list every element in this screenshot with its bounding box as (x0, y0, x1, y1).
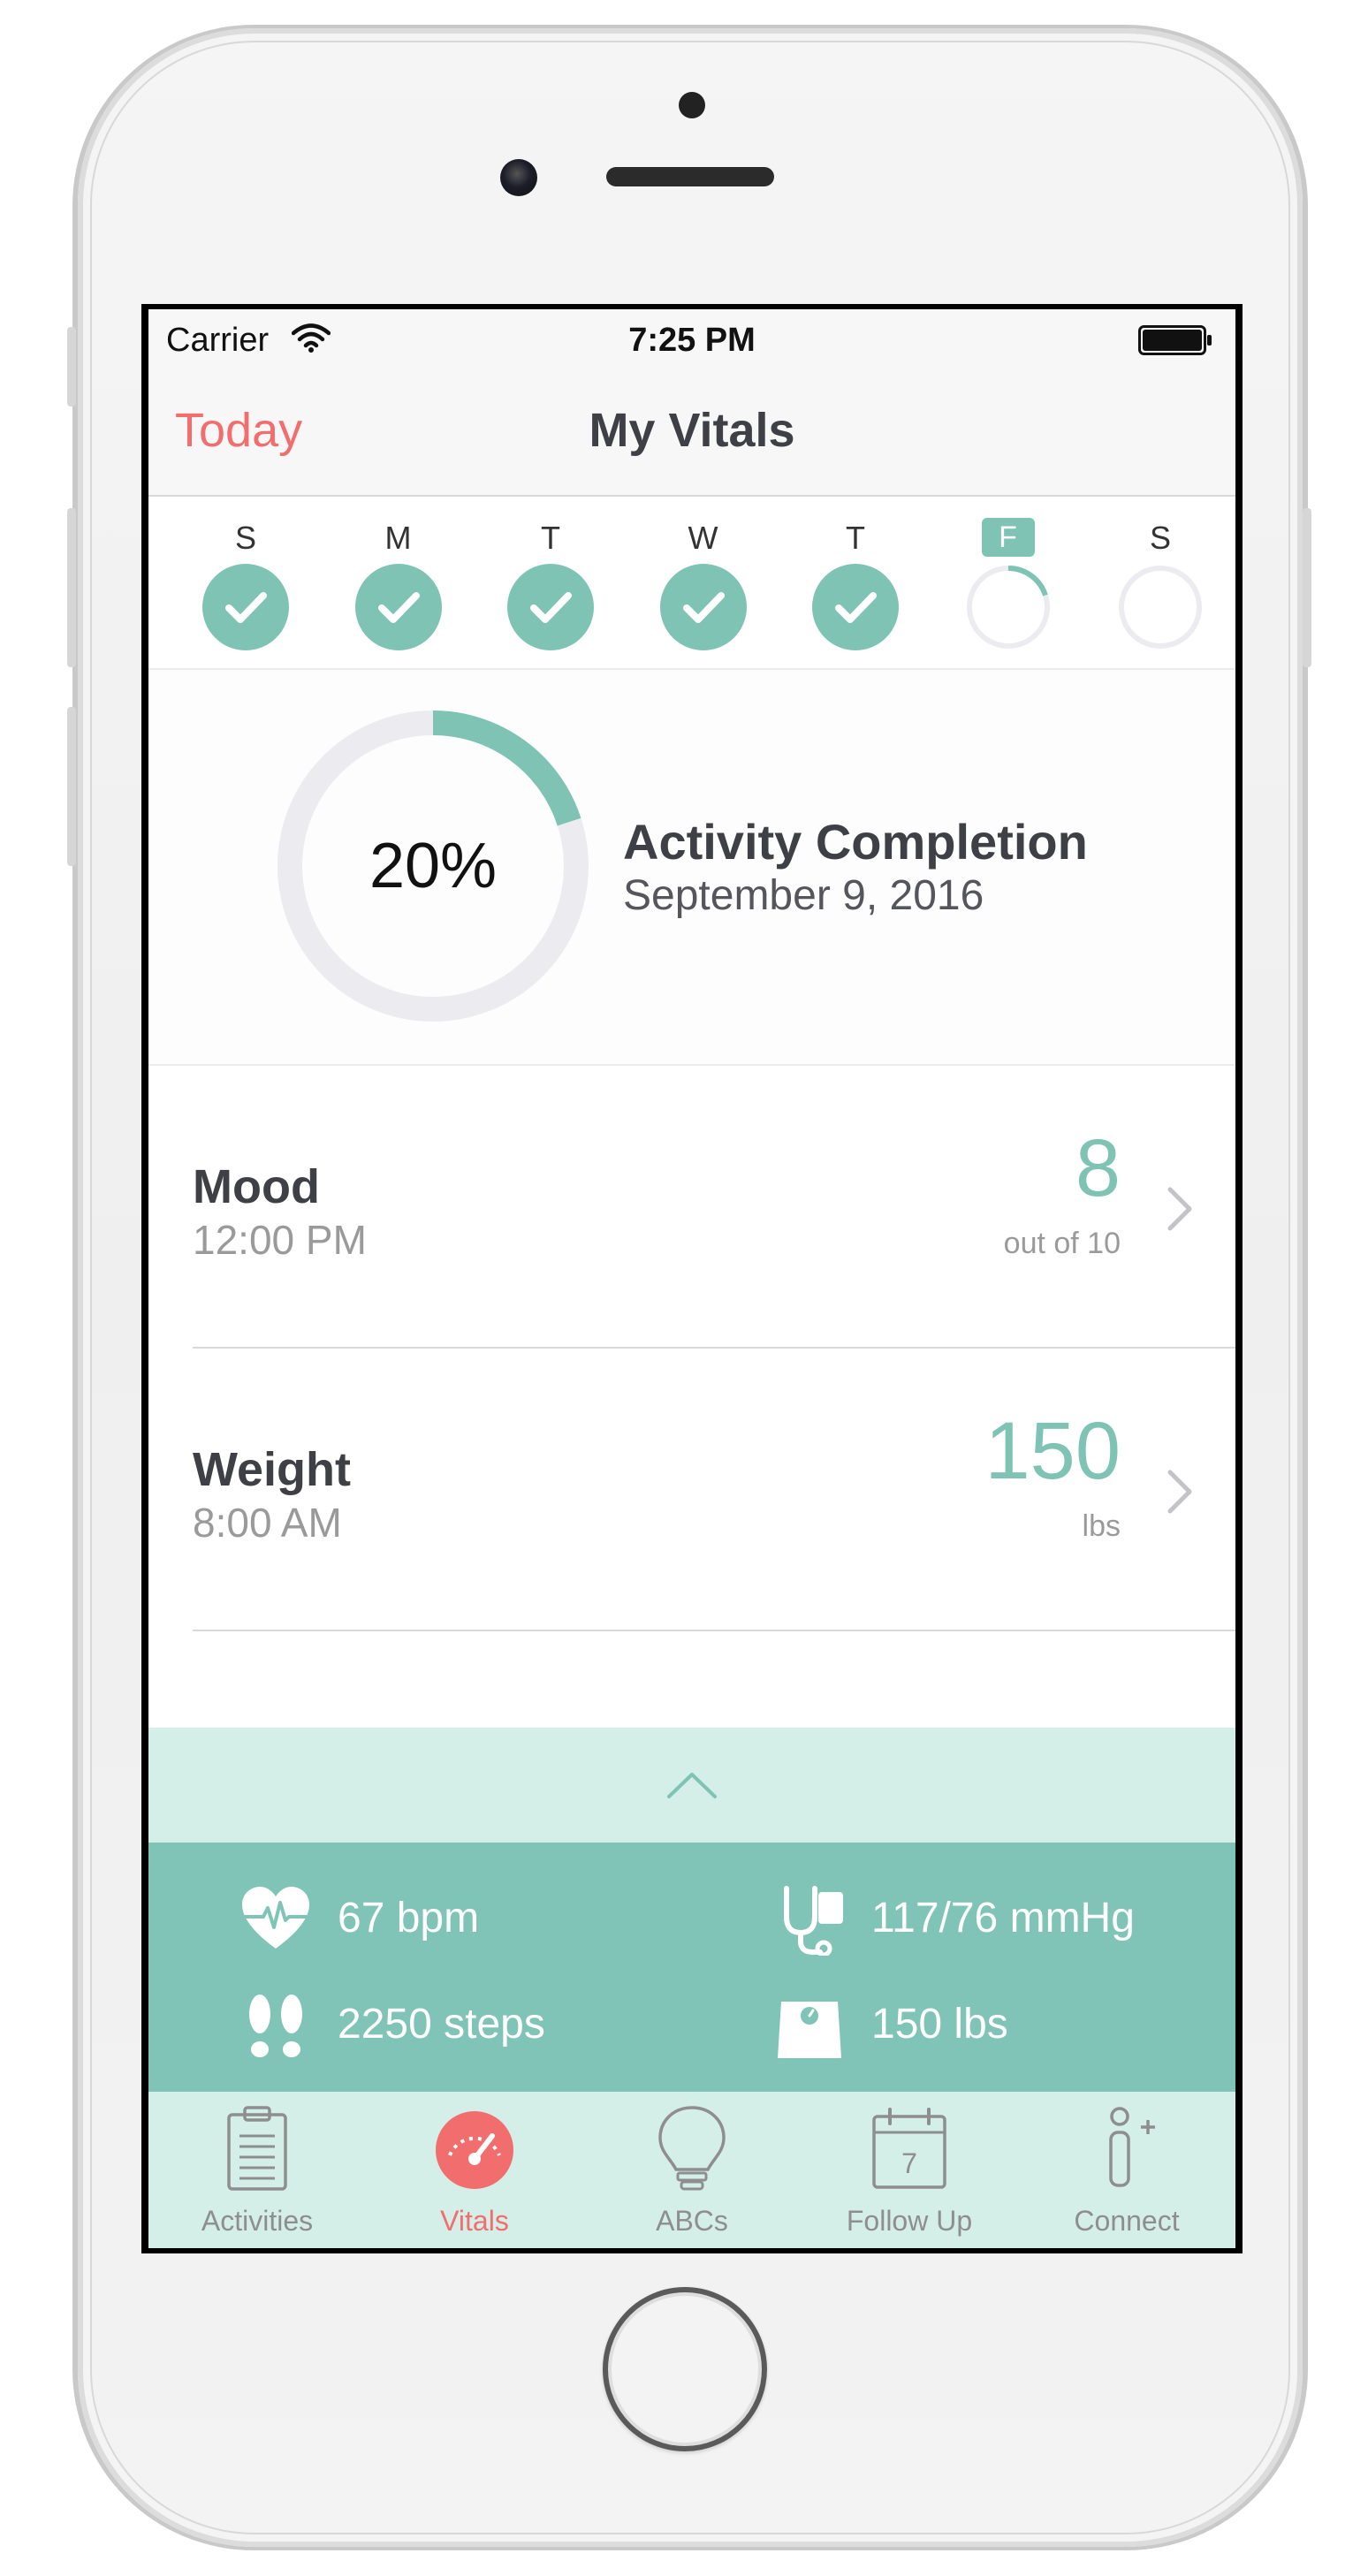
heart-rate-summary: 67 bpm (240, 1878, 638, 1957)
vital-value: 8 (1075, 1123, 1121, 1213)
tab-bar: Activities Vitals ABCs 7 Follow Up Conne… (148, 2092, 1235, 2248)
day-progress-ring (1119, 566, 1202, 649)
front-camera (500, 159, 537, 196)
completion-date: September 9, 2016 (623, 872, 984, 919)
tab-activities[interactable]: Activities (148, 2092, 366, 2248)
navigation-bar: Today My Vitals (148, 371, 1235, 497)
tab-label: Activities (201, 2205, 314, 2237)
completed-check-icon (202, 564, 289, 650)
vital-name: Weight (193, 1443, 351, 1496)
tab-label: Vitals (440, 2205, 509, 2237)
tab-abcs[interactable]: ABCs (583, 2092, 801, 2248)
heart-rate-value: 67 bpm (338, 1895, 480, 1941)
week-day-6[interactable]: S (1107, 497, 1213, 668)
vital-name: Mood (193, 1160, 320, 1213)
speedometer-icon (436, 2111, 513, 2189)
week-day-letter: M (384, 520, 412, 556)
week-day-0[interactable]: S (193, 497, 299, 668)
vital-value: 150 (984, 1406, 1121, 1496)
steps-summary: 2250 steps (240, 1984, 638, 2063)
summary-expand-handle[interactable] (148, 1728, 1235, 1843)
completed-check-icon (659, 564, 747, 650)
activity-completion-card: 20% Activity Completion September 9, 201… (148, 670, 1235, 1066)
day-progress-ring (966, 566, 1050, 649)
tab-label: Connect (1074, 2205, 1180, 2237)
device-mockup: Carrier 7:25 PM Today My Vitals S M T W T F S (0, 0, 1368, 2576)
lightbulb-icon (658, 2106, 726, 2191)
week-strip: SMTWTFS (148, 497, 1235, 670)
week-day-5[interactable]: F (955, 497, 1061, 668)
steps-value: 2250 steps (338, 2001, 545, 2048)
heart-rate-icon (242, 1887, 309, 1949)
week-day-letter: W (688, 520, 718, 556)
chevron-right-icon (1167, 1470, 1192, 1514)
home-button[interactable] (603, 2287, 767, 2451)
weight-value: 150 lbs (871, 2001, 1008, 2048)
week-day-4[interactable]: T (802, 497, 908, 668)
week-day-1[interactable]: M (346, 497, 452, 668)
completion-percent: 20% (369, 831, 498, 901)
vitals-summary-panel: 67 bpm 117/76 mmHg 2250 steps 150 lbs (148, 1843, 1235, 2092)
vital-unit: out of 10 (1003, 1227, 1121, 1260)
blood-pressure-summary: 117/76 mmHg (774, 1878, 1216, 1957)
vital-row-weight[interactable]: Weight 8:00 AM 150 lbs (148, 1349, 1235, 1631)
vital-row-mood[interactable]: Mood 12:00 PM 8 out of 10 (148, 1066, 1235, 1349)
earpiece-speaker (606, 167, 774, 186)
calendar-day-number: 7 (901, 2147, 917, 2179)
proximity-sensor (679, 92, 705, 118)
week-day-letter: S (1149, 520, 1171, 556)
chevron-right-icon (1167, 1187, 1192, 1231)
tab-label: Follow Up (846, 2205, 973, 2237)
calendar-icon: 7 (872, 2108, 946, 2189)
chevron-up-icon (667, 1773, 717, 1798)
week-day-letter: S (234, 520, 256, 556)
clock: 7:25 PM (628, 322, 756, 359)
battery-icon (1138, 325, 1212, 355)
week-day-letter: T (541, 520, 560, 556)
status-bar: Carrier 7:25 PM (148, 309, 1235, 371)
completed-check-icon (354, 564, 442, 650)
completed-check-icon (812, 564, 899, 650)
tab-connect[interactable]: Connect (1018, 2092, 1235, 2248)
week-day-letter: F (981, 518, 1035, 557)
clipboard-icon (227, 2106, 287, 2191)
power-button (1303, 508, 1311, 667)
app-screen: Carrier 7:25 PM Today My Vitals S M T W T F S (148, 309, 1235, 2248)
tab-vitals[interactable]: Vitals (366, 2092, 583, 2248)
week-day-2[interactable]: T (498, 497, 604, 668)
weight-summary: 150 lbs (774, 1984, 1216, 2063)
week-day-3[interactable]: W (650, 497, 756, 668)
blood-pressure-value: 117/76 mmHg (871, 1895, 1135, 1941)
footsteps-icon (249, 1995, 302, 2057)
scale-icon (778, 2002, 841, 2058)
completion-title: Activity Completion (623, 814, 1088, 870)
vital-time: 12:00 PM (193, 1217, 367, 1263)
row-divider (193, 1630, 1235, 1631)
volume-down-button (67, 707, 76, 866)
mute-switch (67, 327, 76, 407)
tab-follow-up[interactable]: 7 Follow Up (801, 2092, 1018, 2248)
volume-up-button (67, 508, 76, 667)
completed-check-icon (507, 564, 594, 650)
vital-unit: lbs (1082, 1509, 1121, 1543)
blood-pressure-icon (784, 1886, 843, 1956)
week-day-letter: T (846, 520, 865, 556)
page-title: My Vitals (589, 404, 795, 457)
add-person-icon (1109, 2107, 1155, 2187)
vital-time: 8:00 AM (193, 1500, 342, 1546)
tab-label: ABCs (656, 2205, 728, 2237)
